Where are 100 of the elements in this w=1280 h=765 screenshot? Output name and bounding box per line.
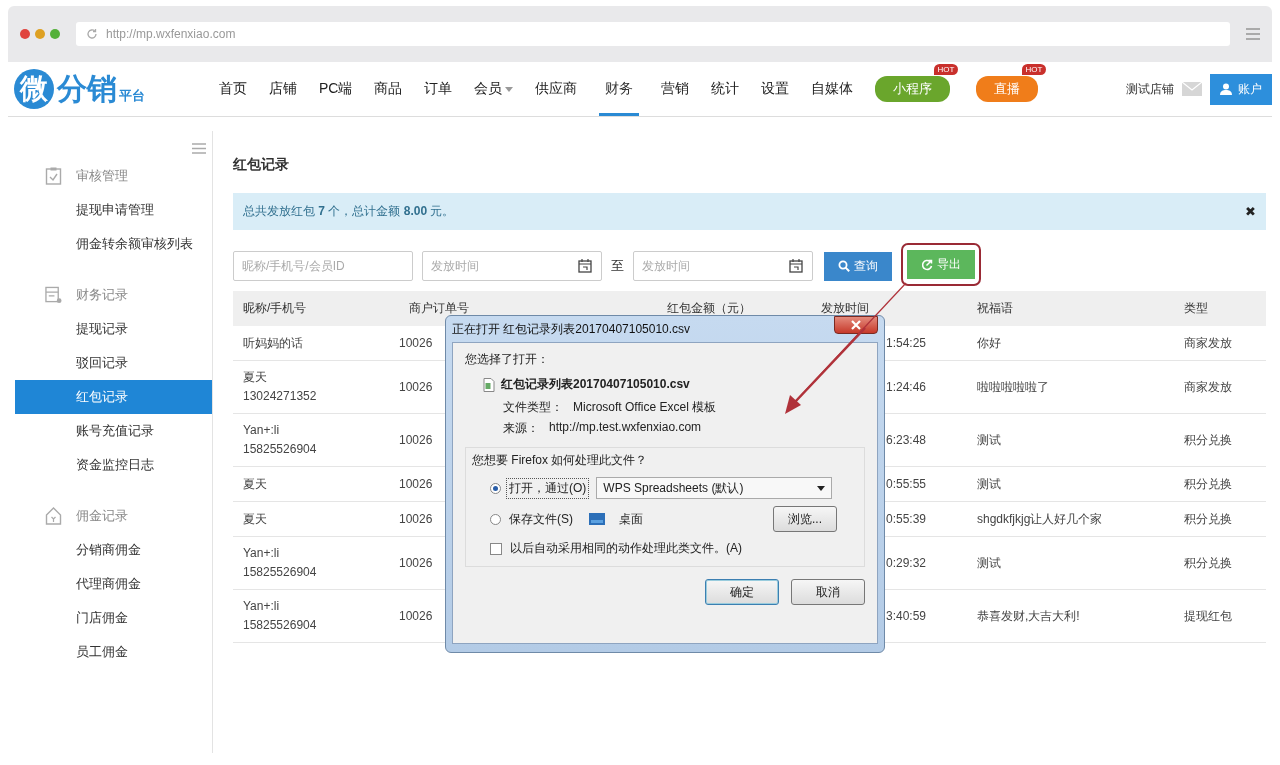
sidebar-item[interactable]: 账号充值记录 [15,414,212,448]
nav-tab[interactable]: 营销 [661,62,690,116]
reload-icon[interactable] [86,28,98,40]
end-date-field[interactable]: 发放时间 [633,251,813,281]
table-cell: 测试 [977,555,1001,570]
browse-button[interactable]: 浏览... [773,506,837,532]
calendar-icon[interactable] [578,259,592,273]
sidebar-item[interactable]: 提现申请管理 [15,193,212,227]
export-icon [921,258,933,271]
table-cell: 啦啦啦啦啦了 [977,379,1049,394]
table-cell: 提现红包 [1184,608,1232,623]
nav-tab[interactable]: 会员 [474,62,514,116]
close-button[interactable]: ✖ [1245,204,1256,219]
table-cell: 1:54:25 [886,335,927,350]
cancel-button[interactable]: 取消 [791,579,865,605]
radio-button[interactable] [490,513,501,525]
table-cell: 夏天 [243,476,267,491]
option-label[interactable]: 打开，通过(O) [507,478,589,498]
table-cell: 10026 [399,511,433,526]
column-header: 类型 [1183,300,1209,317]
file-type-label: 文件类型： [503,399,563,416]
table-cell: 积分兑换 [1184,432,1232,447]
file-name: 红包记录列表20170407105010.csv [501,376,690,393]
nav-tab[interactable]: 首页 [219,62,247,116]
table-cell: 你好 [977,335,1001,350]
zoom-window-dot[interactable] [50,29,60,39]
nav-tab[interactable]: PC端 [319,62,353,116]
nav-tab[interactable]: 店铺 [269,62,297,116]
table-cell: shgdkfjkjg让人好几个家 [977,511,1103,526]
nav-tab[interactable]: 商品 [374,62,403,116]
source-label: 来源： [503,420,539,437]
table-cell: 积分兑换 [1184,555,1232,570]
close-window-dot[interactable] [20,29,30,39]
page-title: 红包记录 [233,156,290,174]
dialog-text: 您选择了打开： [465,351,550,368]
table-cell: 恭喜发财,大吉大利! [977,608,1080,623]
table-cell: 6:23:48 [886,432,927,447]
column-header: 祝福语 [976,300,1014,317]
shop-name: 测试店铺 [1126,80,1174,98]
range-separator: 至 [611,257,624,275]
sidebar-item[interactable]: 资金监控日志 [15,448,212,482]
clipboard-check-icon [45,167,62,185]
logo-mark: 微 [14,69,54,109]
nav-tab[interactable]: 统计 [711,62,740,116]
start-date-field[interactable]: 发放时间 [422,251,602,281]
checkbox[interactable] [490,542,502,555]
sidebar-item[interactable]: 提现记录 [15,312,212,346]
option-label[interactable]: 保存文件(S) [507,509,575,529]
table-cell: 测试 [977,432,1001,447]
table-cell: 10026 [399,476,433,491]
sidebar-item[interactable]: 红包记录 [15,380,212,414]
nav-tab[interactable]: 供应商 [535,62,578,116]
ledger-icon [45,286,62,304]
sidebar-item[interactable]: 员工佣金 [15,635,212,669]
sidebar-item[interactable]: 分销商佣金 [15,533,212,567]
sidebar-item[interactable]: 门店佣金 [15,601,212,635]
table-cell: 听妈妈的话 [243,335,303,350]
ok-button[interactable]: 确定 [705,579,779,605]
logo-text: 分销 [57,71,117,107]
table-cell: 商家发放 [1184,379,1232,394]
table-cell: Yan+:li 15825526904 [243,423,317,456]
nav-tab[interactable]: 财务 [599,62,640,116]
house-icon [45,507,62,525]
nav-tab[interactable]: 自媒体 [811,62,854,116]
table-cell: 商家发放 [1184,335,1232,350]
table-cell: Yan+:li 15825526904 [243,546,317,579]
radio-button[interactable] [490,482,501,494]
table-cell: 0:55:39 [886,511,927,526]
nav-tab[interactable]: 设置 [761,62,790,116]
table-cell: 积分兑换 [1184,476,1232,491]
close-icon [851,320,861,330]
search-button[interactable]: 查询 [824,251,892,281]
close-button[interactable] [834,316,878,334]
column-header: 商户订单号 [408,300,470,317]
sidebar-item[interactable]: 驳回记录 [15,346,212,380]
column-header: 红包金额（元） [666,300,752,317]
logo-subtitle: 平台 [119,87,145,105]
table-cell: 夏天 [243,511,267,526]
sidebar-group-title: 佣金记录 [76,507,128,525]
table-cell: Yan+:li 15825526904 [243,599,317,632]
minimize-window-dot[interactable] [35,29,45,39]
application-select[interactable]: WPS Spreadsheets (默认) [596,477,833,499]
column-header: 昵称/手机号 [242,300,308,317]
menu-icon[interactable] [1246,28,1260,40]
table-cell: 10026 [399,335,433,350]
keyword-field[interactable]: 昵称/手机号/会员ID [233,251,413,281]
sidebar-item[interactable]: 代理商佣金 [15,567,212,601]
summary-text: 总共发放红包 7 个，总计金额 8.00 元。 [243,203,455,220]
collapse-menu-icon[interactable] [192,143,206,154]
file-type-value: Microsoft Office Excel 模板 [573,399,717,416]
table-cell: 10026 [399,432,433,447]
folder-field: 桌面 [585,507,761,531]
sidebar-group-title: 审核管理 [76,167,128,185]
checkbox-label[interactable]: 以后自动采用相同的动作处理此类文件。(A) [508,539,744,558]
sidebar-item[interactable]: 佣金转余额审核列表 [15,227,212,261]
nav-tab[interactable]: 订单 [424,62,453,116]
table-cell: 3:40:59 [886,608,927,623]
hot-badge: HOT [1021,64,1047,75]
calendar-icon[interactable] [789,259,803,273]
desktop-icon [589,513,605,525]
